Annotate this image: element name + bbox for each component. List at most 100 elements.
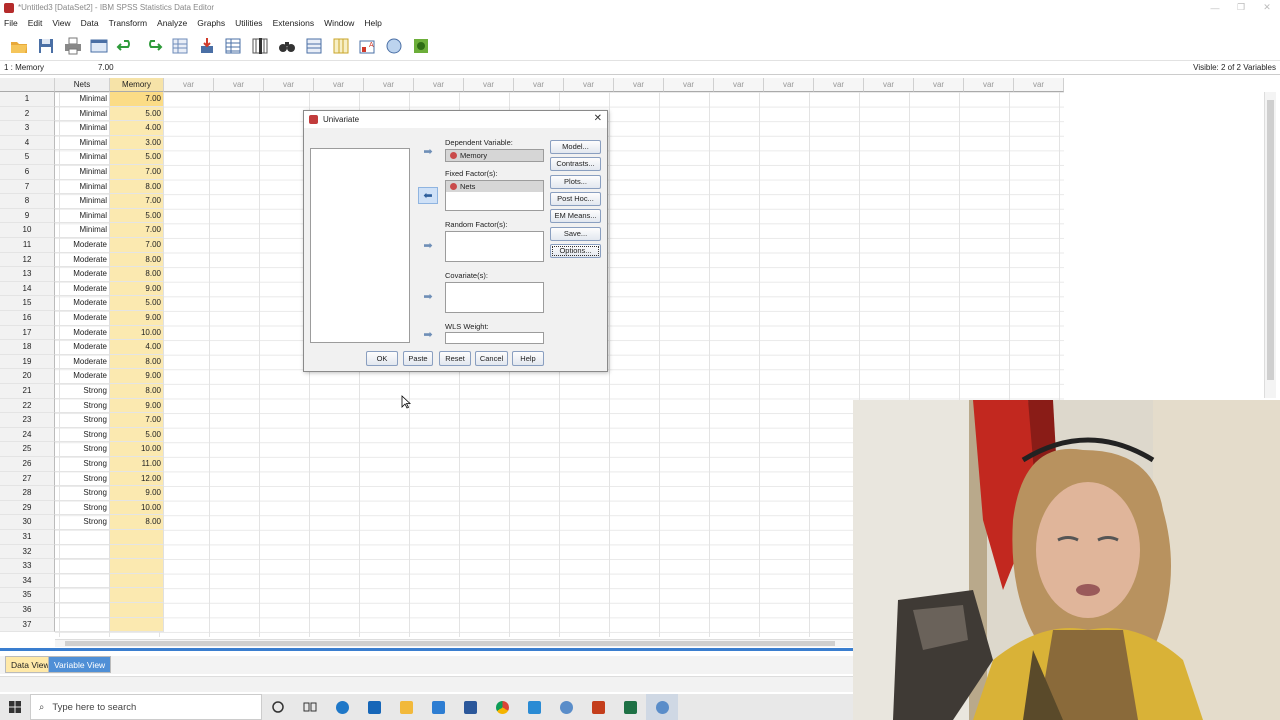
menu-extensions[interactable]: Extensions [269, 18, 321, 28]
row-number[interactable]: 23 [0, 413, 55, 428]
row-number[interactable]: 9 [0, 208, 55, 224]
horizontal-scrollbar[interactable] [55, 639, 853, 647]
cell-memory[interactable]: 8.00 [110, 252, 164, 268]
fixed-factors-list[interactable]: Nets [445, 180, 544, 211]
cell-nets[interactable] [55, 588, 110, 603]
column-header-var[interactable]: var [314, 78, 364, 92]
row-number[interactable]: 3 [0, 121, 55, 136]
cell-nets[interactable]: Moderate [55, 340, 110, 355]
windows-start-icon[interactable] [0, 701, 30, 713]
cell-nets[interactable]: Minimal [55, 223, 110, 238]
word-icon[interactable] [454, 694, 486, 720]
menu-graphs[interactable]: Graphs [193, 18, 231, 28]
save-button[interactable]: Save... [550, 227, 601, 241]
goto-variable-icon[interactable] [196, 35, 218, 57]
menu-analyze[interactable]: Analyze [153, 18, 193, 28]
cell-nets[interactable]: Moderate [55, 238, 110, 253]
open-folder-icon[interactable] [8, 35, 30, 57]
row-number[interactable]: 20 [0, 369, 55, 384]
cell-nets[interactable]: Minimal [55, 208, 110, 224]
chrome-icon[interactable] [486, 694, 518, 720]
row-number[interactable]: 15 [0, 296, 55, 311]
row-number[interactable]: 24 [0, 427, 55, 443]
split-file-icon[interactable]: A [356, 35, 378, 57]
cell-nets[interactable]: Minimal [55, 135, 110, 151]
column-header-var[interactable]: var [364, 78, 414, 92]
row-number[interactable]: 4 [0, 135, 55, 151]
cell-nets[interactable] [55, 559, 110, 574]
cell-nets[interactable] [55, 544, 110, 560]
cell-nets[interactable]: Moderate [55, 281, 110, 297]
minimize-button[interactable]: — [1202, 0, 1228, 15]
spss-taskbar-icon[interactable] [550, 694, 582, 720]
row-number[interactable]: 2 [0, 106, 55, 122]
contrasts-button[interactable]: Contrasts... [550, 157, 601, 171]
column-header-var[interactable]: var [964, 78, 1014, 92]
cell-memory[interactable]: 9.00 [110, 281, 164, 297]
row-number[interactable]: 12 [0, 252, 55, 268]
column-header-var[interactable]: var [464, 78, 514, 92]
column-header-var[interactable]: var [564, 78, 614, 92]
move-to-random-arrow-icon[interactable]: ➡ [418, 237, 438, 254]
variables-icon[interactable] [222, 35, 244, 57]
row-number[interactable]: 18 [0, 340, 55, 355]
app-icon[interactable] [518, 694, 550, 720]
vertical-scrollbar[interactable] [1264, 92, 1276, 398]
cell-memory[interactable]: 3.00 [110, 135, 164, 151]
row-number[interactable]: 37 [0, 617, 55, 633]
covariates-list[interactable] [445, 282, 544, 313]
cell-nets[interactable]: Minimal [55, 92, 110, 107]
cell-memory[interactable] [110, 559, 164, 574]
cell-nets[interactable]: Minimal [55, 150, 110, 165]
dependent-variable-item[interactable]: Memory [446, 150, 543, 161]
menu-help[interactable]: Help [360, 18, 387, 28]
goto-case-icon[interactable] [169, 35, 191, 57]
help-button[interactable]: Help [512, 351, 544, 366]
cell-memory[interactable]: 12.00 [110, 471, 164, 487]
cell-memory[interactable] [110, 588, 164, 603]
cell-memory[interactable] [110, 573, 164, 589]
cell-nets[interactable]: Moderate [55, 252, 110, 268]
cell-memory[interactable]: 5.00 [110, 427, 164, 443]
cell-nets[interactable]: Strong [55, 442, 110, 457]
fixed-factor-item[interactable]: Nets [446, 181, 543, 192]
cell-nets[interactable]: Moderate [55, 296, 110, 311]
plots-button[interactable]: Plots... [550, 175, 601, 189]
insert-cases-icon[interactable] [303, 35, 325, 57]
cell-nets[interactable]: Moderate [55, 369, 110, 384]
row-number[interactable]: 31 [0, 530, 55, 545]
row-number[interactable]: 21 [0, 384, 55, 399]
menu-file[interactable]: File [0, 18, 24, 28]
cell-memory[interactable]: 5.00 [110, 208, 164, 224]
cell-nets[interactable]: Strong [55, 471, 110, 487]
cell-nets[interactable]: Strong [55, 398, 110, 414]
cell-memory[interactable]: 5.00 [110, 296, 164, 311]
store-icon[interactable] [422, 694, 454, 720]
select-cases-icon[interactable] [410, 35, 432, 57]
model-button[interactable]: Model... [550, 140, 601, 154]
cell-nets[interactable]: Minimal [55, 194, 110, 209]
cell-nets[interactable]: Minimal [55, 165, 110, 180]
recall-dialog-icon[interactable] [88, 35, 110, 57]
edge-browser-icon[interactable] [326, 694, 358, 720]
cell-memory[interactable]: 7.00 [110, 413, 164, 428]
row-number[interactable]: 22 [0, 398, 55, 414]
em-means-button[interactable]: EM Means... [550, 209, 601, 223]
cell-value-field[interactable]: 7.00 [98, 63, 114, 72]
cell-memory[interactable]: 4.00 [110, 121, 164, 136]
row-number[interactable]: 8 [0, 194, 55, 209]
cell-nets[interactable]: Strong [55, 413, 110, 428]
cell-memory[interactable]: 8.00 [110, 515, 164, 530]
cell-memory[interactable]: 8.00 [110, 354, 164, 370]
column-header-var[interactable]: var [714, 78, 764, 92]
cell-memory[interactable]: 10.00 [110, 500, 164, 516]
outlook-icon[interactable] [358, 694, 390, 720]
reset-button[interactable]: Reset [439, 351, 471, 366]
powerpoint-icon[interactable] [582, 694, 614, 720]
cell-memory[interactable]: 8.00 [110, 267, 164, 282]
cell-memory[interactable] [110, 544, 164, 560]
column-header-var[interactable]: var [814, 78, 864, 92]
undo-icon[interactable] [115, 35, 137, 57]
cell-nets[interactable]: Strong [55, 384, 110, 399]
row-number[interactable]: 25 [0, 442, 55, 457]
